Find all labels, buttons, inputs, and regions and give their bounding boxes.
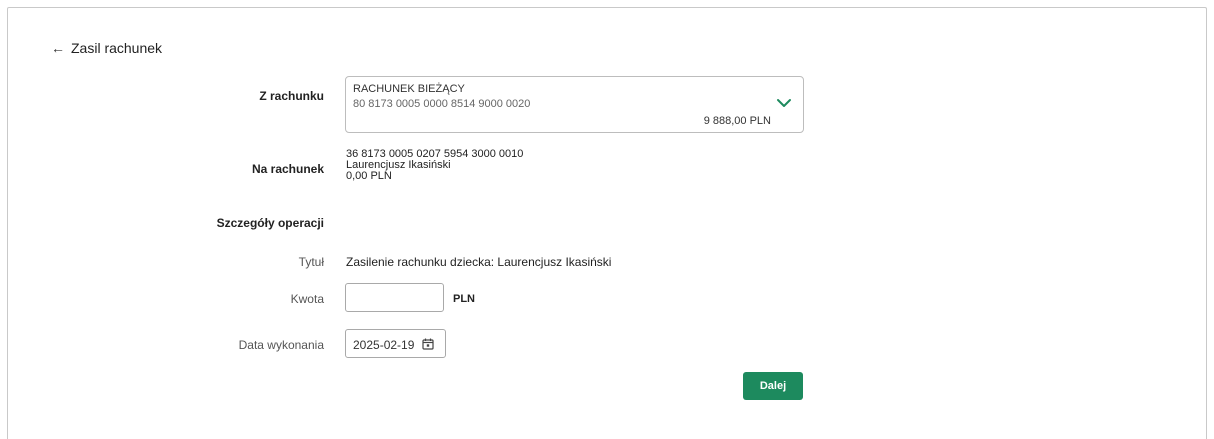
calendar-icon[interactable]: [422, 338, 434, 350]
date-label: Data wykonania: [238, 338, 324, 352]
from-account-number: 80 8173 0005 0000 8514 9000 0020: [353, 98, 531, 110]
from-account-name: RACHUNEK BIEŻĄCY: [353, 83, 465, 95]
date-value: 2025-02-19: [353, 338, 415, 352]
amount-label: Kwota: [290, 292, 324, 306]
to-account-label: Na rachunek: [251, 162, 324, 176]
transfer-form-panel: ← Zasil rachunek Z rachunku RACHUNEK BIE…: [7, 7, 1207, 439]
from-account-label: Z rachunku: [259, 89, 324, 103]
from-account-balance: 9 888,00 PLN: [703, 115, 771, 127]
to-account-info: 36 8173 0005 0207 5954 3000 0010 Laurenc…: [346, 149, 523, 182]
back-link[interactable]: ← Zasil rachunek: [51, 40, 162, 56]
date-input[interactable]: 2025-02-19: [345, 329, 446, 358]
title-value: Zasilenie rachunku dziecka: Laurencjusz …: [346, 255, 612, 269]
page-title: Zasil rachunek: [71, 40, 163, 56]
next-button[interactable]: Dalej: [743, 372, 803, 400]
chevron-down-icon[interactable]: [776, 97, 792, 109]
arrow-left-icon: ←: [51, 40, 65, 56]
amount-input[interactable]: [345, 283, 444, 312]
title-label: Tytuł: [298, 255, 324, 269]
amount-currency: PLN: [453, 293, 475, 305]
from-account-select[interactable]: RACHUNEK BIEŻĄCY 80 8173 0005 0000 8514 …: [345, 76, 804, 133]
to-account-balance: 0,00 PLN: [346, 170, 392, 182]
operation-details-heading: Szczegóły operacji: [216, 216, 324, 230]
